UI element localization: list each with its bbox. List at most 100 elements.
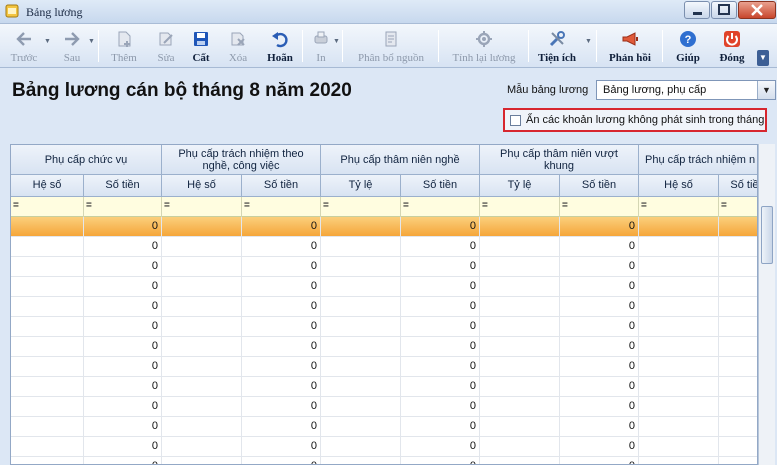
filter-operator[interactable]: = bbox=[403, 200, 409, 211]
column-header[interactable]: Hệ số bbox=[639, 175, 719, 197]
table-cell[interactable]: 0 bbox=[84, 317, 162, 337]
table-cell[interactable] bbox=[11, 217, 84, 237]
print-dropdown-icon[interactable]: ▼ bbox=[333, 38, 340, 45]
table-cell[interactable] bbox=[480, 317, 560, 337]
table-cell[interactable]: 0 bbox=[242, 437, 321, 457]
table-cell[interactable] bbox=[321, 377, 401, 397]
table-cell[interactable] bbox=[480, 417, 560, 437]
table-cell[interactable] bbox=[480, 217, 560, 237]
table-cell[interactable]: 0 bbox=[242, 337, 321, 357]
table-cell[interactable]: 0 bbox=[84, 277, 162, 297]
previous-button[interactable]: Trước bbox=[4, 28, 44, 66]
table-cell[interactable]: 0 bbox=[242, 257, 321, 277]
filter-operator[interactable]: = bbox=[482, 200, 488, 211]
table-row[interactable]: 0 0 0 0 bbox=[11, 337, 757, 357]
table-cell[interactable]: 0 bbox=[401, 217, 480, 237]
table-cell[interactable]: 0 bbox=[560, 257, 639, 277]
table-cell[interactable] bbox=[480, 457, 560, 464]
table-cell[interactable] bbox=[639, 237, 719, 257]
table-cell[interactable]: 0 bbox=[401, 397, 480, 417]
template-select[interactable]: Bảng lương, phụ cấp ▼ bbox=[596, 80, 776, 100]
table-row[interactable]: 0 0 0 0 bbox=[11, 397, 757, 417]
column-header[interactable]: Tỷ lệ bbox=[480, 175, 560, 197]
filter-cell[interactable]: = bbox=[560, 197, 639, 217]
hide-unused-items-label[interactable]: Ẩn các khoản lương không phát sinh trong… bbox=[526, 114, 764, 126]
table-cell[interactable]: 0 bbox=[242, 457, 321, 464]
table-cell[interactable] bbox=[11, 417, 84, 437]
table-cell[interactable] bbox=[11, 397, 84, 417]
table-cell[interactable] bbox=[321, 297, 401, 317]
utilities-dropdown-icon[interactable]: ▼ bbox=[585, 38, 592, 45]
column-group-header[interactable]: Phụ cấp trách nhiệm n bbox=[639, 145, 757, 175]
table-cell[interactable]: 0 bbox=[84, 377, 162, 397]
table-cell[interactable]: 0 bbox=[560, 457, 639, 464]
table-cell[interactable]: 0 bbox=[401, 277, 480, 297]
scrollbar-thumb[interactable] bbox=[761, 206, 773, 264]
table-cell[interactable]: 0 bbox=[84, 337, 162, 357]
table-cell[interactable]: 0 bbox=[560, 377, 639, 397]
table-cell[interactable]: 0 bbox=[401, 437, 480, 457]
filter-cell[interactable]: = bbox=[11, 197, 84, 217]
table-cell[interactable]: 0 bbox=[84, 397, 162, 417]
table-cell[interactable]: 0 bbox=[84, 437, 162, 457]
table-cell[interactable] bbox=[719, 317, 757, 337]
allocate-source-button[interactable]: Phân bổ nguồn bbox=[348, 28, 434, 66]
table-cell[interactable] bbox=[321, 317, 401, 337]
filter-operator[interactable]: = bbox=[13, 200, 19, 211]
table-cell[interactable] bbox=[162, 217, 242, 237]
edit-button[interactable]: Sửa bbox=[146, 28, 186, 66]
table-cell[interactable] bbox=[639, 437, 719, 457]
table-row[interactable]: 0 0 0 0 bbox=[11, 297, 757, 317]
table-cell[interactable] bbox=[321, 237, 401, 257]
table-cell[interactable] bbox=[11, 337, 84, 357]
table-cell[interactable] bbox=[11, 277, 84, 297]
table-cell[interactable] bbox=[11, 457, 84, 464]
table-cell[interactable] bbox=[480, 297, 560, 317]
toolbar-overflow-button[interactable]: ▼ bbox=[757, 50, 769, 66]
table-cell[interactable] bbox=[162, 437, 242, 457]
table-cell[interactable]: 0 bbox=[242, 417, 321, 437]
table-cell[interactable] bbox=[11, 297, 84, 317]
table-cell[interactable] bbox=[639, 357, 719, 377]
column-header[interactable]: Số tiền bbox=[560, 175, 639, 197]
feedback-button[interactable]: Phản hồi bbox=[604, 28, 656, 66]
chevron-down-icon[interactable]: ▼ bbox=[757, 81, 775, 99]
table-row[interactable]: 0 0 0 0 bbox=[11, 217, 757, 237]
table-cell[interactable]: 0 bbox=[401, 337, 480, 357]
table-cell[interactable] bbox=[639, 317, 719, 337]
table-cell[interactable]: 0 bbox=[84, 357, 162, 377]
table-cell[interactable] bbox=[162, 257, 242, 277]
table-cell[interactable] bbox=[639, 257, 719, 277]
column-header[interactable]: Số tiền bbox=[84, 175, 162, 197]
table-cell[interactable]: 0 bbox=[560, 357, 639, 377]
table-cell[interactable]: 0 bbox=[401, 357, 480, 377]
table-cell[interactable] bbox=[321, 457, 401, 464]
table-cell[interactable]: 0 bbox=[84, 297, 162, 317]
column-header[interactable]: Số tiền bbox=[242, 175, 321, 197]
table-cell[interactable]: 0 bbox=[401, 297, 480, 317]
table-cell[interactable] bbox=[480, 397, 560, 417]
table-cell[interactable] bbox=[639, 397, 719, 417]
filter-cell[interactable]: = bbox=[401, 197, 480, 217]
table-cell[interactable] bbox=[639, 457, 719, 464]
table-cell[interactable] bbox=[639, 277, 719, 297]
add-button[interactable]: Thêm bbox=[104, 28, 144, 66]
table-cell[interactable]: 0 bbox=[560, 297, 639, 317]
table-cell[interactable] bbox=[162, 357, 242, 377]
table-cell[interactable] bbox=[639, 417, 719, 437]
table-cell[interactable]: 0 bbox=[560, 217, 639, 237]
table-cell[interactable] bbox=[321, 277, 401, 297]
table-cell[interactable] bbox=[162, 377, 242, 397]
table-cell[interactable] bbox=[162, 337, 242, 357]
table-cell[interactable]: 0 bbox=[560, 437, 639, 457]
save-button[interactable]: Cất bbox=[182, 28, 220, 66]
table-row[interactable]: 0 0 0 0 bbox=[11, 237, 757, 257]
filter-operator[interactable]: = bbox=[721, 200, 727, 211]
help-button[interactable]: ? Giúp bbox=[668, 28, 708, 66]
table-cell[interactable]: 0 bbox=[242, 217, 321, 237]
column-group-header[interactable]: Phụ cấp chức vụ bbox=[11, 145, 162, 175]
table-cell[interactable] bbox=[719, 217, 757, 237]
table-row[interactable]: 0 0 0 0 bbox=[11, 357, 757, 377]
table-cell[interactable]: 0 bbox=[242, 397, 321, 417]
table-cell[interactable] bbox=[321, 417, 401, 437]
